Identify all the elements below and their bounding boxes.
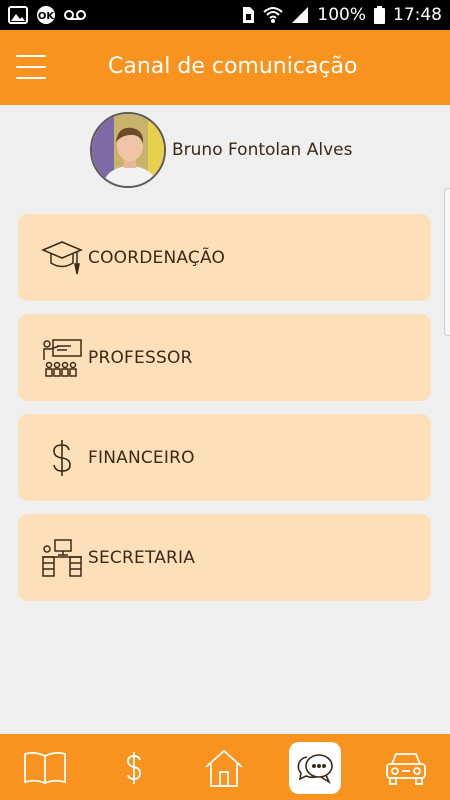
channel-label: COORDENAÇÃO (88, 247, 226, 268)
channel-card-coordenacao[interactable]: COORDENAÇÃO (18, 214, 431, 301)
ok-badge-icon: OK (36, 5, 56, 25)
page-title: Canal de comunicação (108, 54, 358, 79)
image-icon (8, 6, 28, 24)
secretary-desk-icon (40, 536, 84, 580)
channel-card-professor[interactable]: PROFESSOR (18, 314, 431, 401)
channel-label: FINANCEIRO (88, 447, 195, 468)
app-bar: Canal de comunicação (0, 30, 450, 105)
channel-card-secretaria[interactable]: SECRETARIA (18, 514, 431, 601)
avatar (90, 112, 166, 188)
dollar-nav-icon[interactable] (108, 742, 160, 794)
clock: 17:48 (393, 5, 442, 25)
signal-icon (291, 6, 309, 24)
battery-icon (374, 6, 385, 24)
chat-icon[interactable] (289, 742, 341, 794)
status-left: OK (8, 5, 86, 25)
hamburger-menu-icon[interactable] (16, 55, 46, 79)
wifi-icon (263, 6, 284, 24)
user-name: Bruno Fontolan Alves (172, 140, 353, 160)
sim-icon (241, 6, 255, 24)
status-right: 100% 17:48 (241, 5, 442, 25)
bottom-nav (0, 734, 450, 800)
user-profile: Bruno Fontolan Alves (90, 112, 352, 188)
voicemail-icon (64, 8, 86, 22)
channel-label: SECRETARIA (88, 547, 196, 568)
graduation-cap-icon (40, 236, 84, 280)
battery-percent: 100% (317, 5, 366, 25)
teacher-board-icon (40, 336, 84, 380)
status-bar: OK 100% 17:48 (0, 0, 450, 30)
channel-label: PROFESSOR (88, 347, 193, 368)
car-icon[interactable] (380, 742, 432, 794)
book-icon[interactable] (19, 742, 71, 794)
svg-text:OK: OK (38, 11, 56, 22)
channel-card-financeiro[interactable]: FINANCEIRO (18, 414, 431, 501)
home-icon[interactable] (198, 742, 250, 794)
dollar-icon (40, 436, 84, 480)
side-scroll-handle[interactable] (444, 188, 450, 336)
